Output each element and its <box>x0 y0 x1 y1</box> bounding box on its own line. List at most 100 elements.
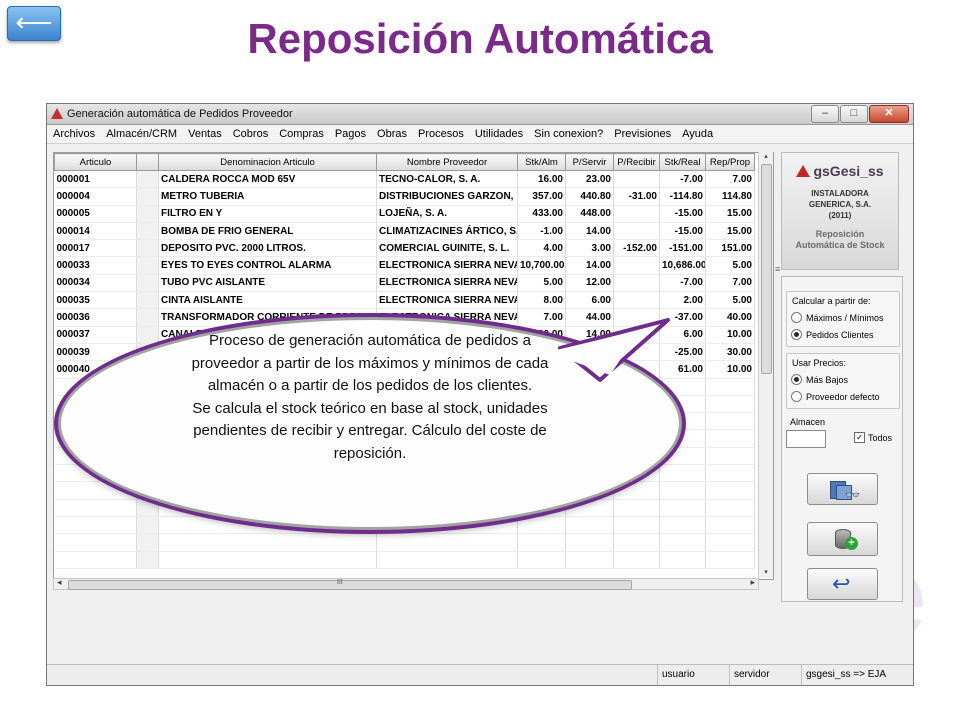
table-cell[interactable]: 40.00 <box>705 308 755 327</box>
table-cell[interactable]: 000036 <box>54 308 137 327</box>
precios-radio-option[interactable]: Más Bajos <box>791 374 899 385</box>
table-cell[interactable] <box>136 274 159 293</box>
table-cell[interactable]: COMERCIAL GUINITE, S. L. <box>376 239 518 258</box>
column-header[interactable]: Denominacion Articulo <box>158 153 377 171</box>
window-titlebar[interactable]: Generación automática de Pedidos Proveed… <box>47 104 913 125</box>
table-cell[interactable] <box>54 551 137 569</box>
table-cell[interactable]: -37.00 <box>659 308 706 327</box>
table-cell[interactable] <box>136 291 159 310</box>
almacen-input[interactable] <box>786 430 826 448</box>
table-cell[interactable] <box>158 533 377 552</box>
table-cell[interactable] <box>705 499 755 517</box>
table-cell[interactable] <box>613 274 660 293</box>
column-header[interactable]: Nombre Proveedor <box>376 153 518 171</box>
table-cell[interactable] <box>158 551 377 569</box>
return-button[interactable]: ↩ <box>807 568 878 600</box>
table-row[interactable] <box>54 533 755 552</box>
table-cell[interactable] <box>517 551 566 569</box>
table-cell[interactable]: 114.80 <box>705 187 755 206</box>
menu-item[interactable]: Archivos <box>53 125 95 143</box>
table-cell[interactable]: 7.00 <box>517 308 566 327</box>
minimize-button[interactable]: – <box>811 105 839 123</box>
table-cell[interactable] <box>659 551 706 569</box>
table-cell[interactable]: 000017 <box>54 239 137 258</box>
table-cell[interactable]: 10.00 <box>705 360 755 379</box>
horizontal-scroll-thumb[interactable]: III <box>68 579 632 590</box>
table-cell[interactable]: 5.00 <box>517 274 566 293</box>
table-cell[interactable] <box>613 291 660 310</box>
table-cell[interactable] <box>705 447 755 466</box>
table-row[interactable]: 000005 FILTRO EN Y LOJEÑA, S. A. 433.00 448.… <box>54 205 755 223</box>
table-row[interactable]: 000001 CALDERA ROCCA MOD 65V TECNO-CALOR, … <box>54 170 755 189</box>
menu-item[interactable]: Almacén/CRM <box>106 125 177 143</box>
table-cell[interactable] <box>613 205 660 223</box>
table-cell[interactable]: CLIMATIZACINES ÁRTICO, S. <box>376 222 518 241</box>
column-header[interactable]: P/Recibir <box>613 153 660 171</box>
table-cell[interactable] <box>705 378 755 396</box>
menu-item[interactable]: Ayuda <box>682 125 713 143</box>
table-cell[interactable] <box>613 308 660 327</box>
table-cell[interactable]: 7.00 <box>705 274 755 293</box>
menu-item[interactable]: Procesos <box>418 125 464 143</box>
table-cell[interactable]: 433.00 <box>517 205 566 223</box>
table-cell[interactable]: 4.00 <box>517 239 566 258</box>
table-cell[interactable]: 2.00 <box>659 291 706 310</box>
table-cell[interactable]: LOJEÑA, S. A. <box>376 205 518 223</box>
column-header[interactable] <box>136 153 159 171</box>
table-cell[interactable] <box>517 516 566 535</box>
table-cell[interactable]: -15.00 <box>659 205 706 223</box>
search-documents-button[interactable]: 👓 <box>807 473 878 505</box>
vertical-scrollbar[interactable]: ▴ ▾ <box>758 152 773 578</box>
table-cell[interactable] <box>705 551 755 569</box>
precios-radio-option[interactable]: Proveedor defecto <box>791 391 899 402</box>
table-cell[interactable] <box>136 239 159 258</box>
table-cell[interactable]: METRO TUBERIA <box>158 187 377 206</box>
table-cell[interactable] <box>705 481 755 500</box>
table-cell[interactable] <box>659 516 706 535</box>
table-cell[interactable] <box>136 170 159 189</box>
table-cell[interactable] <box>136 551 159 569</box>
table-cell[interactable] <box>613 222 660 241</box>
table-cell[interactable] <box>54 533 137 552</box>
table-cell[interactable] <box>565 551 614 569</box>
menu-item[interactable]: Pagos <box>335 125 366 143</box>
table-cell[interactable]: 15.00 <box>705 222 755 241</box>
table-cell[interactable]: 357.00 <box>517 187 566 206</box>
table-cell[interactable] <box>705 516 755 535</box>
table-cell[interactable] <box>705 429 755 448</box>
table-cell[interactable] <box>659 533 706 552</box>
table-cell[interactable] <box>376 533 518 552</box>
table-cell[interactable]: -15.00 <box>659 222 706 241</box>
table-cell[interactable] <box>136 516 159 535</box>
scroll-left-icon[interactable]: ◂ <box>57 577 62 588</box>
close-button[interactable]: ✕ <box>869 105 909 123</box>
table-cell[interactable]: 61.00 <box>659 360 706 379</box>
table-cell[interactable]: CINTA AISLANTE <box>158 291 377 310</box>
table-cell[interactable] <box>136 308 159 327</box>
table-cell[interactable]: 23.00 <box>565 170 614 189</box>
generate-orders-button[interactable]: + <box>807 522 878 556</box>
table-cell[interactable] <box>565 533 614 552</box>
table-cell[interactable]: 7.00 <box>705 170 755 189</box>
scroll-down-icon[interactable]: ▾ <box>759 568 773 578</box>
table-cell[interactable]: 000033 <box>54 256 137 275</box>
table-cell[interactable]: ELECTRONICA SIERRA NEVA <box>376 256 518 275</box>
table-cell[interactable]: 3.00 <box>565 239 614 258</box>
table-cell[interactable]: -1.00 <box>517 222 566 241</box>
vertical-scroll-thumb[interactable] <box>761 164 772 374</box>
table-cell[interactable]: 440.80 <box>565 187 614 206</box>
radio-button[interactable] <box>791 312 802 323</box>
table-cell[interactable] <box>136 499 159 517</box>
table-cell[interactable] <box>376 551 518 569</box>
table-cell[interactable]: 10.00 <box>705 326 755 344</box>
todos-checkbox[interactable]: ✓ Todos <box>854 432 892 443</box>
table-row[interactable]: 000035 CINTA AISLANTE ELECTRONICA SIERRA N… <box>54 291 755 310</box>
menu-item[interactable]: Ventas <box>188 125 222 143</box>
calcular-radio-option[interactable]: Pedidos Clientes <box>791 329 899 340</box>
table-row[interactable]: 000017 DEPOSITO PVC. 2000 LITROS. COMERCIA… <box>54 239 755 258</box>
table-cell[interactable] <box>54 499 137 517</box>
table-cell[interactable]: 000001 <box>54 170 137 189</box>
menu-item[interactable]: Sin conexion? <box>534 125 603 143</box>
table-row[interactable]: 000014 BOMBA DE FRIO GENERAL CLIMATIZACINE… <box>54 222 755 241</box>
table-cell[interactable]: 6.00 <box>659 326 706 344</box>
